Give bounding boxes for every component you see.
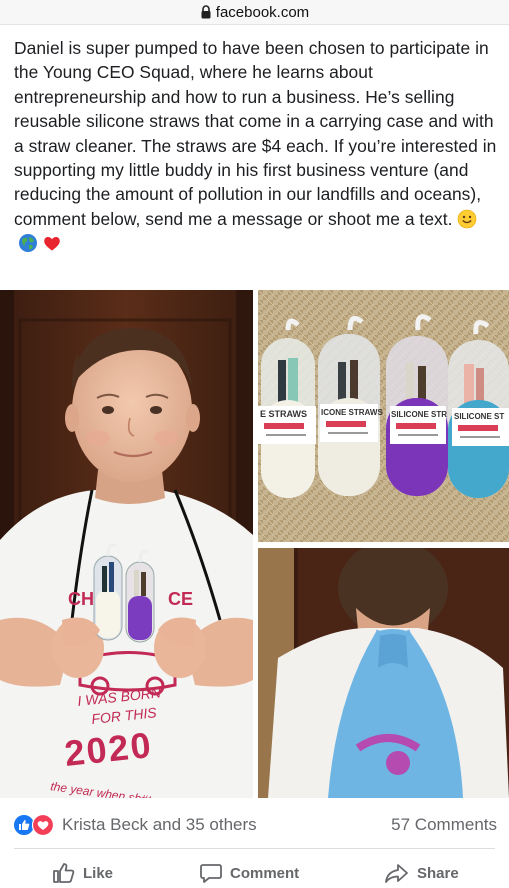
case-label-1: E STRAWS bbox=[260, 409, 307, 419]
share-icon bbox=[385, 864, 408, 883]
post-actions: Like Comment Share bbox=[0, 858, 509, 888]
photo-straw-cases[interactable]: E STRAWS ICONE STRAWS SILICONE STR SILIC… bbox=[258, 290, 509, 542]
url-text: facebook.com bbox=[215, 3, 310, 21]
comment-count[interactable]: 57 Comments bbox=[391, 815, 497, 835]
reaction-icons[interactable] bbox=[13, 814, 54, 836]
thumbs-up-icon bbox=[53, 863, 75, 883]
comment-label: Comment bbox=[230, 864, 300, 882]
like-button[interactable]: Like bbox=[52, 862, 113, 884]
reactions-bar: Krista Beck and 35 others 57 Comments bbox=[13, 812, 497, 838]
like-label: Like bbox=[83, 864, 114, 882]
post-text-block: Daniel is super pumped to have been chos… bbox=[14, 36, 498, 256]
lock-icon bbox=[201, 5, 211, 19]
photo-boy-illustration: CH CE I WAS BORN FOR THIS 2020 the year … bbox=[0, 290, 253, 798]
love-icon bbox=[32, 814, 54, 836]
case-label-3: SILICONE STR bbox=[391, 410, 447, 419]
photo-boy-with-straws[interactable]: CH CE I WAS BORN FOR THIS 2020 the year … bbox=[0, 290, 253, 798]
svg-text:CE: CE bbox=[168, 589, 193, 609]
comment-icon bbox=[200, 864, 222, 883]
divider bbox=[14, 848, 495, 849]
photo-straw-cases-illustration: E STRAWS ICONE STRAWS SILICONE STR SILIC… bbox=[258, 290, 509, 542]
heart-emoji bbox=[44, 237, 60, 251]
share-label: Share bbox=[417, 864, 459, 882]
case-label-2: ICONE STRAWS bbox=[321, 408, 383, 417]
svg-text:CH: CH bbox=[68, 589, 94, 609]
globe-emoji bbox=[19, 234, 37, 253]
case-label-4: SILICONE ST bbox=[454, 412, 504, 421]
reaction-names[interactable]: Krista Beck and 35 others bbox=[62, 815, 257, 835]
post-text: Daniel is super pumped to have been chos… bbox=[14, 38, 497, 229]
url-bar[interactable]: facebook.com bbox=[0, 0, 509, 25]
photo-drawstring-bag[interactable] bbox=[258, 548, 509, 798]
smiley-emoji bbox=[457, 209, 476, 229]
photo-drawstring-bag-illustration bbox=[258, 548, 509, 798]
comment-button[interactable]: Comment bbox=[199, 862, 299, 884]
share-button[interactable]: Share bbox=[384, 862, 459, 884]
